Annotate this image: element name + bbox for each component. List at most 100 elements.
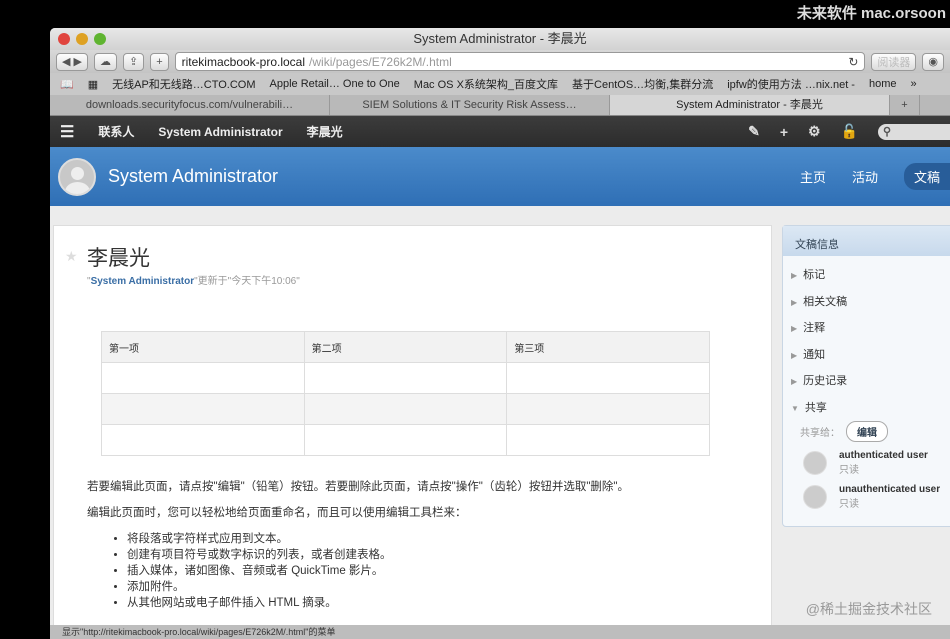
tab[interactable]: downloads.securityfocus.com/vulnerabili…: [50, 95, 330, 115]
table-row: [101, 362, 710, 394]
bookmarks-bar: 📖 ▦ 无线AP和无线路…CTO.COM Apple Retail… One to…: [50, 73, 950, 95]
content-area: ★ 李晨光 "System Administrator"更新于"今天下午10:0…: [50, 206, 950, 639]
user-role: 只读: [839, 465, 859, 476]
user-name: unauthenticated user: [839, 484, 941, 495]
user-avatar: [803, 451, 827, 475]
share-icon[interactable]: ⇪: [122, 52, 145, 71]
bookmark[interactable]: Mac OS X系统架构_百度文库: [414, 76, 558, 92]
bookmark[interactable]: ipfw的使用方法 …nix.net -: [727, 76, 855, 92]
table-row: [101, 393, 710, 425]
reader-button[interactable]: 阅读器: [871, 52, 917, 71]
bookmark[interactable]: home: [869, 78, 897, 90]
page-title: 李晨光: [87, 247, 150, 270]
chevron-right-icon: ▶: [791, 324, 798, 333]
bookmark[interactable]: Apple Retail… One to One: [270, 78, 400, 90]
author-link[interactable]: System Administrator: [91, 276, 195, 287]
nav-user[interactable]: System Administrator: [158, 125, 282, 139]
list-item: 创建有项目符号或数字标识的列表，或者创建表格。: [127, 547, 629, 563]
avatar: [58, 157, 96, 196]
page-meta: "System Administrator"更新于"今天下午10:06": [87, 276, 300, 287]
plus-icon[interactable]: +: [780, 124, 788, 140]
panel-title: 文稿信息: [783, 226, 950, 256]
zoom-button[interactable]: [94, 33, 106, 45]
reload-icon[interactable]: ↻: [848, 55, 858, 69]
shared-user: authenticated user 只读: [783, 450, 950, 476]
sidebar-item-notifications[interactable]: ▶ 通知: [783, 342, 950, 369]
nav-contacts[interactable]: 联系人: [98, 123, 134, 140]
bookmark[interactable]: 无线AP和无线路…CTO.COM: [112, 76, 255, 92]
item-label: 通知: [803, 348, 826, 361]
list-item: 从其他网站或电子邮件插入 HTML 摘录。: [127, 595, 629, 611]
paragraph: 若要编辑此页面，请点按"编辑"（铅笔）按钮。若要删除此页面，请点按"操作"（齿轮…: [87, 481, 629, 493]
paragraph: 编辑此页面时，您可以轻松地给页面重命名，而且可以使用编辑工具栏来：: [87, 507, 467, 519]
user-role: 只读: [839, 499, 859, 510]
user-name: authenticated user: [839, 450, 928, 461]
list-item: 插入媒体，诸如图像、音频或者 QuickTime 影片。: [127, 563, 629, 579]
item-label: 共享: [804, 401, 827, 414]
page-card: ★ 李晨光 "System Administrator"更新于"今天下午10:0…: [53, 225, 772, 639]
watermark-logo: 未来软件 mac.orsoon: [796, 5, 946, 22]
item-label: 注释: [803, 322, 826, 334]
content-table: 第一项 第二项 第三项: [101, 331, 710, 456]
url-path: /wiki/pages/E726k2M/.html: [309, 54, 452, 69]
minimize-button[interactable]: [76, 33, 88, 45]
sidebar-item-related[interactable]: ▶ 相关文稿: [783, 289, 950, 316]
url-host: ritekimacbook-pro.local: [181, 54, 306, 69]
edit-sharing-button[interactable]: 编辑: [846, 421, 888, 442]
close-button[interactable]: [58, 33, 70, 45]
lock-icon[interactable]: 🔓: [841, 123, 858, 140]
tab-documents[interactable]: 文稿: [903, 163, 950, 190]
toolbar: ◀ ▶ ☁ ⇪ + ritekimacbook-pro.local/wiki/p…: [50, 50, 950, 73]
star-icon[interactable]: ★: [65, 248, 78, 265]
tab-bar: downloads.securityfocus.com/vulnerabili……: [50, 95, 950, 116]
chevron-right-icon: ▶: [791, 271, 798, 280]
tab[interactable]: SIEM Solutions & IT Security Risk Assess…: [330, 95, 610, 115]
tab-home[interactable]: 主页: [800, 167, 826, 186]
tab-active[interactable]: System Administrator - 李晨光: [610, 95, 890, 115]
item-label: 历史记录: [803, 375, 848, 387]
search-icon: ⚲: [883, 125, 892, 138]
top-sites-icon[interactable]: ▦: [88, 78, 98, 91]
table-header: 第一项: [101, 331, 305, 363]
profile-title: System Administrator: [108, 166, 279, 186]
chevron-right-icon: ▶: [791, 350, 798, 360]
chevron-right-icon: ▶: [791, 297, 798, 307]
table-header: 第二项: [303, 331, 508, 363]
watermark-text: @稀土掘金技术社区: [805, 601, 932, 617]
nav-page[interactable]: 李晨光: [307, 123, 343, 140]
item-label: 相关文稿: [803, 295, 848, 308]
gear-icon[interactable]: ⚙: [808, 123, 821, 140]
sidebar-item-tags[interactable]: ▶ 标记: [783, 262, 950, 289]
bookmark[interactable]: 基于CentOS…均衡,集群分流: [572, 76, 713, 92]
table-header: 第三项: [506, 331, 710, 363]
sidebar-item-sharing[interactable]: ▼ 共享: [783, 395, 950, 422]
sidebar-item-comments[interactable]: ▶ 注释: [783, 315, 950, 342]
page-body: 若要编辑此页面，请点按"编辑"（铅笔）按钮。若要删除此页面，请点按"操作"（齿轮…: [87, 479, 629, 611]
title-bar: System Administrator - 李晨光: [50, 28, 950, 50]
profile-header: System Administrator 主页 活动 文稿: [50, 147, 950, 206]
shared-user: unauthenticated user 只读: [783, 484, 950, 510]
updated-text: 更新于"今天下午10:06": [197, 276, 300, 287]
user-avatar: [803, 485, 827, 509]
share-to-label: 共享给：: [800, 428, 840, 439]
sidebar-item-history[interactable]: ▶ 历史记录: [783, 368, 950, 395]
new-tab-button[interactable]: +: [890, 95, 920, 115]
more-bookmarks-icon[interactable]: »: [911, 78, 917, 90]
search-input[interactable]: ⚲: [878, 123, 950, 140]
pencil-icon[interactable]: ✎: [748, 123, 760, 140]
browser-window: System Administrator - 李晨光 ◀ ▶ ☁ ⇪ + rit…: [50, 28, 950, 639]
downloads-icon[interactable]: ◉: [922, 52, 944, 71]
list-item: 添加附件。: [127, 579, 629, 595]
tab-activity[interactable]: 活动: [852, 167, 878, 186]
status-bar: 显示"http://ritekimacbook-pro.local/wiki/p…: [50, 625, 950, 639]
app-navbar: ☰ 联系人 System Administrator 李晨光 ✎ + ⚙ 🔓 ⚲: [50, 116, 950, 147]
menu-icon[interactable]: ☰: [60, 122, 74, 142]
reading-list-icon[interactable]: 📖: [60, 78, 74, 91]
cloud-icon[interactable]: ☁: [93, 52, 117, 71]
address-bar[interactable]: ritekimacbook-pro.local/wiki/pages/E726k…: [174, 52, 866, 71]
list-item: 将段落或字符样式应用到文本。: [127, 531, 629, 547]
back-forward-button[interactable]: ◀ ▶: [56, 52, 88, 71]
item-label: 标记: [803, 269, 826, 281]
document-info-panel: 文稿信息 ▶ 标记 ▶ 相关文稿 ▶ 注释 ▶ 通知 ▶ 历史记录 ▼ 共享 共享给： 编辑 …: [782, 225, 950, 527]
add-bookmark-button[interactable]: +: [150, 52, 169, 71]
